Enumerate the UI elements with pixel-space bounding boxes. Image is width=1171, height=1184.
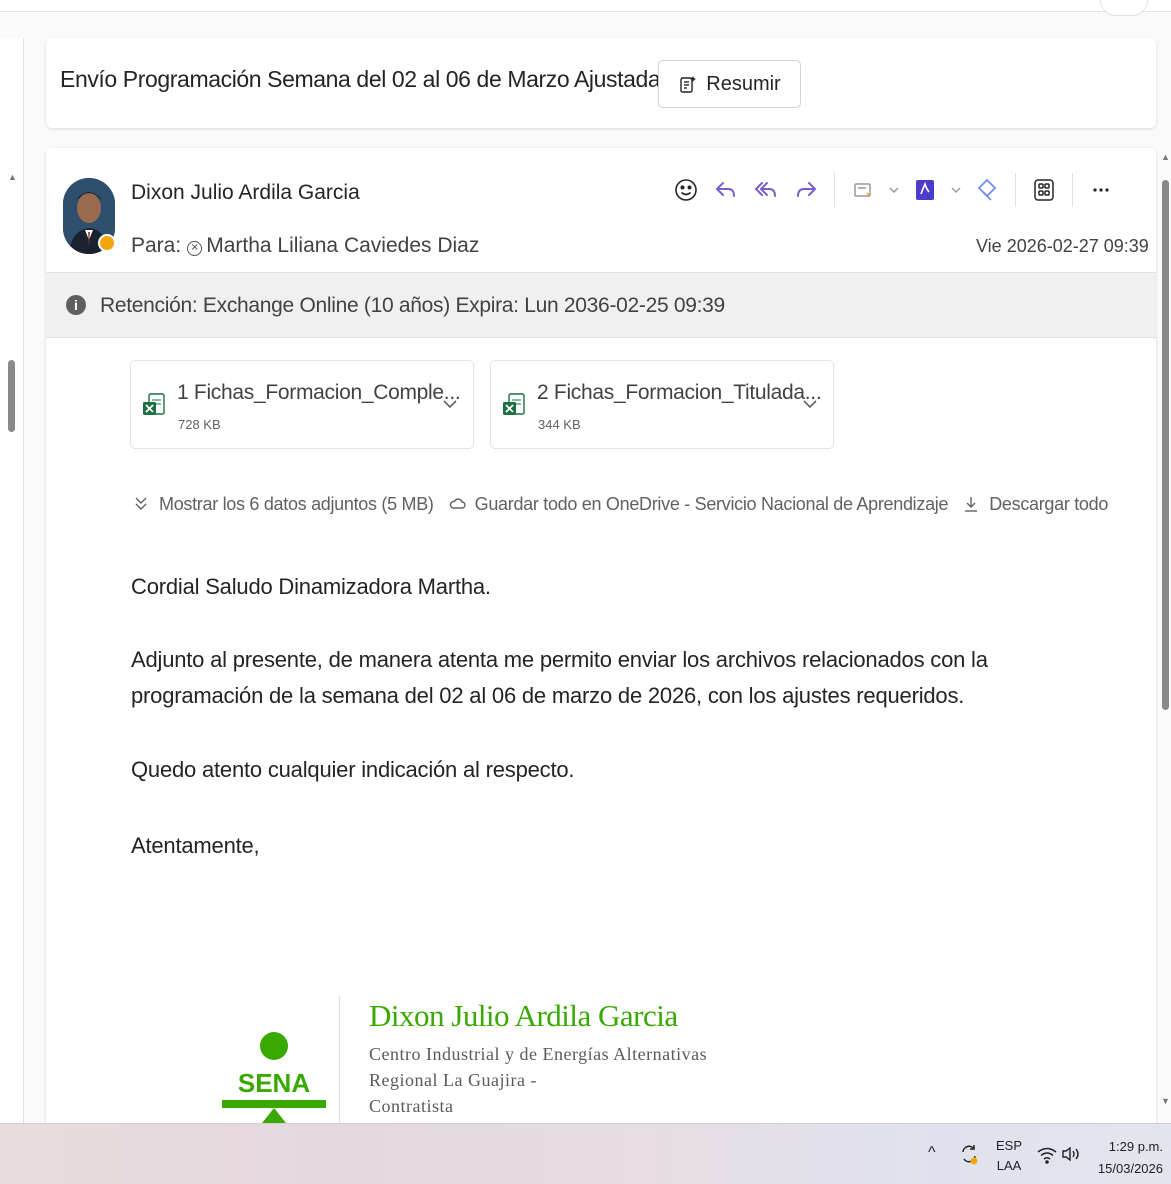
- show-hidden-icons-icon[interactable]: ^: [928, 1144, 936, 1162]
- reply-all-icon[interactable]: [746, 170, 786, 210]
- svg-text:SENA: SENA: [238, 1068, 310, 1098]
- signature-line: Regional La Guajira -: [369, 1070, 537, 1090]
- recipient-name[interactable]: Martha Liliana Caviedes Diaz: [206, 234, 479, 257]
- chevron-down-icon[interactable]: [799, 393, 821, 415]
- cloud-icon: [449, 498, 466, 509]
- apps-icon[interactable]: [1024, 170, 1064, 210]
- sena-logo: SENA: [222, 1032, 326, 1128]
- reply-icon[interactable]: [706, 170, 746, 210]
- summarize-icon: [680, 76, 697, 93]
- recipient-remove-icon[interactable]: ×: [187, 241, 203, 256]
- forward-icon[interactable]: [786, 170, 826, 210]
- message-card: Dixon Julio Ardila Garcia Para: × Martha L…: [46, 148, 1156, 1128]
- presence-status-icon: [98, 234, 116, 252]
- excel-icon: [503, 393, 525, 415]
- download-all-label: Descargar todo: [989, 493, 1109, 514]
- signature-line: Centro Industrial y de Energías Alternat…: [369, 1044, 708, 1064]
- pdf-chevron-down-icon[interactable]: [945, 170, 967, 210]
- volume-icon[interactable]: [1060, 1144, 1082, 1164]
- save-onedrive-label: Guardar todo en OneDrive - Servicio Naci…: [474, 493, 949, 514]
- body-greeting: Cordial Saludo Dinamizadora Martha.: [131, 574, 491, 599]
- top-bar: [0, 0, 1171, 12]
- left-pane-edge: ▲ ▼: [0, 38, 24, 1144]
- taskbar: ^ ESP LAA 1:29 p.m. 15/03/2026: [0, 1123, 1171, 1184]
- language-indicator[interactable]: ESP LAA: [996, 1136, 1022, 1176]
- body-paragraph: Adjunto al presente, de manera atenta me…: [131, 647, 988, 708]
- attachment-name: 1 Fichas_Formacion_Comple...: [177, 381, 461, 404]
- loop-icon[interactable]: [967, 170, 1007, 210]
- toolbar-divider: [1072, 173, 1073, 207]
- message-actions: [666, 170, 1121, 210]
- clock-date: 15/03/2026: [1097, 1161, 1163, 1176]
- excel-icon: [143, 393, 165, 415]
- signature-divider: [339, 996, 340, 1128]
- to-label: Para:: [131, 234, 182, 257]
- right-scrollbar[interactable]: ▲ ▼: [1158, 148, 1171, 1123]
- more-icon[interactable]: [1081, 170, 1121, 210]
- body-paragraph: Quedo atento cualquier indicación al res…: [131, 757, 575, 782]
- scroll-up-arrow-icon[interactable]: ▲: [1161, 152, 1170, 162]
- summarize-label: Resumir: [706, 72, 781, 95]
- retention-banner: i Retención: Exchange Online (10 años) E…: [46, 272, 1156, 338]
- top-profile-bubble[interactable]: [1100, 0, 1148, 16]
- attachment-size: 728 KB: [178, 417, 221, 432]
- sender-name[interactable]: Dixon Julio Ardila Garcia: [131, 181, 360, 205]
- left-scroll-up-arrow-icon[interactable]: ▲: [8, 172, 17, 182]
- toolbar-divider: [1015, 173, 1016, 207]
- scroll-down-arrow-icon[interactable]: ▼: [1161, 1096, 1170, 1106]
- show-all-label: Mostrar los 6 datos adjuntos (5 MB): [159, 493, 434, 514]
- signature-name: Dixon Julio Ardila Garcia: [369, 998, 678, 1033]
- retention-text: Retención: Exchange Online (10 años) Exp…: [100, 294, 725, 317]
- note-icon[interactable]: [843, 170, 883, 210]
- language-code: ESP: [996, 1138, 1023, 1153]
- chevron-down-icon[interactable]: [439, 393, 461, 415]
- signature-line: Contratista: [369, 1096, 454, 1116]
- download-icon: [965, 497, 978, 512]
- note-chevron-down-icon[interactable]: [883, 170, 905, 210]
- email-date: Vie 2026-02-27 09:39: [976, 236, 1149, 256]
- recipient-line: Para: × Martha Liliana Caviedes Diaz: [131, 234, 479, 258]
- smiley-icon[interactable]: [666, 170, 706, 210]
- save-onedrive-link[interactable]: Guardar todo en OneDrive - Servicio Naci…: [448, 494, 949, 515]
- email-subject: Envío Programación Semana del 02 al 06 d…: [60, 66, 667, 92]
- info-icon: i: [66, 295, 86, 315]
- pdf-icon[interactable]: [905, 170, 945, 210]
- toolbar-divider: [834, 173, 835, 207]
- attachment-size: 344 KB: [538, 417, 581, 432]
- double-chevron-down-icon: [135, 497, 147, 510]
- scrollbar-thumb[interactable]: [1162, 180, 1169, 710]
- keyboard-layout: LAA: [996, 1158, 1022, 1173]
- download-all-link[interactable]: Descargar todo: [962, 494, 1108, 515]
- attachment-actions: Mostrar los 6 datos adjuntos (5 MB) Guar…: [132, 490, 1108, 518]
- attachment-name: 2 Fichas_Formacion_Titulada...: [537, 381, 822, 404]
- left-scrollbar-thumb[interactable]: [8, 360, 15, 432]
- clock-time: 1:29 p.m.: [1108, 1139, 1163, 1154]
- attachment-card[interactable]: 2 Fichas_Formacion_Titulada... 344 KB: [490, 360, 834, 449]
- attachment-card[interactable]: 1 Fichas_Formacion_Comple... 728 KB: [130, 360, 474, 449]
- body-closing: Atentamente,: [131, 833, 260, 858]
- wifi-icon[interactable]: [1036, 1146, 1058, 1164]
- summarize-button[interactable]: Resumir: [658, 60, 801, 108]
- subject-card: Envío Programación Semana del 02 al 06 d…: [46, 38, 1156, 128]
- show-all-attachments-link[interactable]: Mostrar los 6 datos adjuntos (5 MB): [132, 494, 434, 515]
- clock[interactable]: 1:29 p.m. 15/03/2026: [1095, 1136, 1163, 1180]
- sync-icon[interactable]: [958, 1142, 980, 1166]
